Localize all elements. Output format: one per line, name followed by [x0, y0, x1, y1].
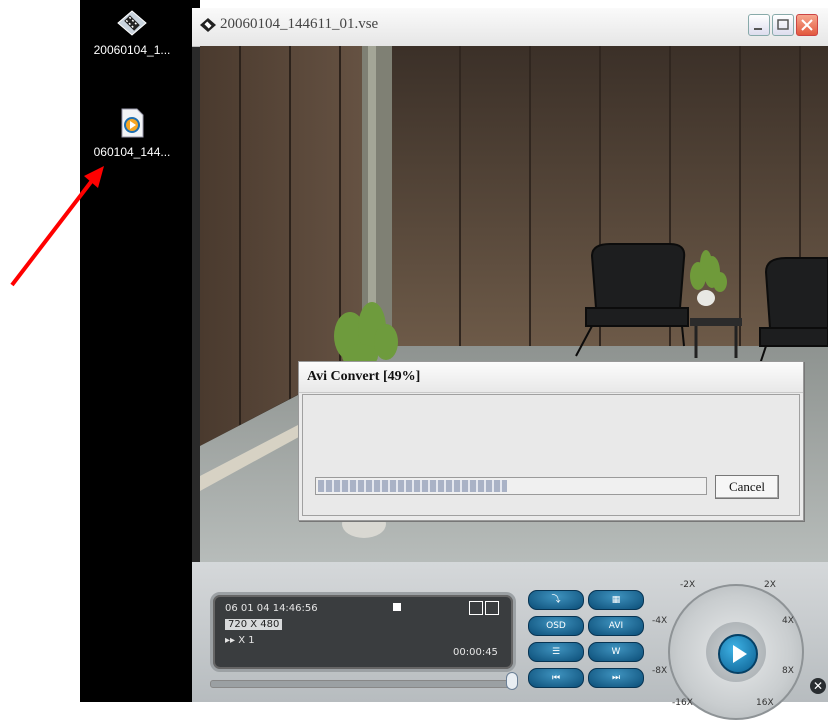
speed-label-neg16x: -16X: [672, 698, 693, 708]
dialog-body: Cancel: [302, 394, 800, 516]
exit-icon[interactable]: ✕: [810, 678, 826, 694]
maximize-icon: [777, 19, 789, 30]
close-icon: [801, 19, 813, 31]
avi-button-label: AVI: [608, 621, 624, 631]
speed-label-neg2x: -2X: [680, 580, 696, 590]
speed-label-pos16x: 16X: [756, 698, 774, 708]
play-button[interactable]: [718, 634, 758, 674]
avi-convert-button[interactable]: AVI: [588, 616, 644, 636]
jog-dial[interactable]: -2X 2X -4X 4X -8X 8X -16X 16X: [652, 580, 804, 720]
window-titlebar[interactable]: 20060104_144611_01.vse: [192, 8, 828, 47]
snapshot-icon[interactable]: [469, 601, 483, 615]
conversion-progress-bar: [315, 477, 707, 495]
previous-button[interactable]: ⏮: [528, 668, 584, 688]
speed-label-pos8x: 8X: [782, 666, 794, 676]
media-player-file-icon: [121, 108, 144, 138]
film-file-icon: [117, 10, 147, 36]
close-button[interactable]: [796, 14, 818, 36]
step-button[interactable]: ⤵: [528, 590, 584, 610]
play-icon: [733, 645, 747, 663]
window-title: 20060104_144611_01.vse: [220, 16, 379, 32]
dial-center: [706, 622, 766, 682]
export-button[interactable]: ☰: [528, 642, 584, 662]
speed-label-pos4x: 4X: [782, 616, 794, 626]
resolution-readout: 720 X 480: [225, 619, 283, 630]
speed-label-neg4x: -4X: [652, 616, 668, 626]
stop-indicator-icon: [393, 603, 401, 611]
multi-view-button[interactable]: ▦: [588, 590, 644, 610]
maximize-button[interactable]: [772, 14, 794, 36]
osd-button[interactable]: OSD: [528, 616, 584, 636]
progress-fill: [318, 480, 507, 492]
seek-slider-handle[interactable]: [506, 672, 518, 690]
speed-label-pos2x: 2X: [764, 580, 776, 590]
cancel-button[interactable]: Cancel: [715, 475, 779, 499]
dialog-title: Avi Convert [49%]: [307, 369, 421, 384]
grid-view-icon[interactable]: [485, 601, 499, 615]
speed-readout: ▸▸ X 1: [225, 635, 255, 646]
annotation-arrow: [10, 166, 104, 287]
elapsed-time-readout: 00:00:45: [453, 647, 498, 658]
minimize-button[interactable]: [748, 14, 770, 36]
watermark-button[interactable]: W: [588, 642, 644, 662]
date-time-readout: 06 01 04 14:46:56: [225, 603, 318, 614]
avi-convert-dialog: Avi Convert [49%] Cancel: [298, 361, 804, 521]
seek-slider[interactable]: [210, 680, 512, 688]
minimize-icon: [754, 28, 762, 30]
status-display: 06 01 04 14:46:56 720 X 480 ▸▸ X 1 00:00…: [210, 592, 516, 672]
playback-control-panel: 06 01 04 14:46:56 720 X 480 ▸▸ X 1 00:00…: [192, 562, 828, 720]
next-button[interactable]: ⏭: [588, 668, 644, 688]
dialog-titlebar[interactable]: Avi Convert [49%]: [299, 362, 803, 393]
speed-label-neg8x: -8X: [652, 666, 668, 676]
app-icon: [200, 18, 216, 32]
watermark-button-label: W: [611, 647, 621, 657]
